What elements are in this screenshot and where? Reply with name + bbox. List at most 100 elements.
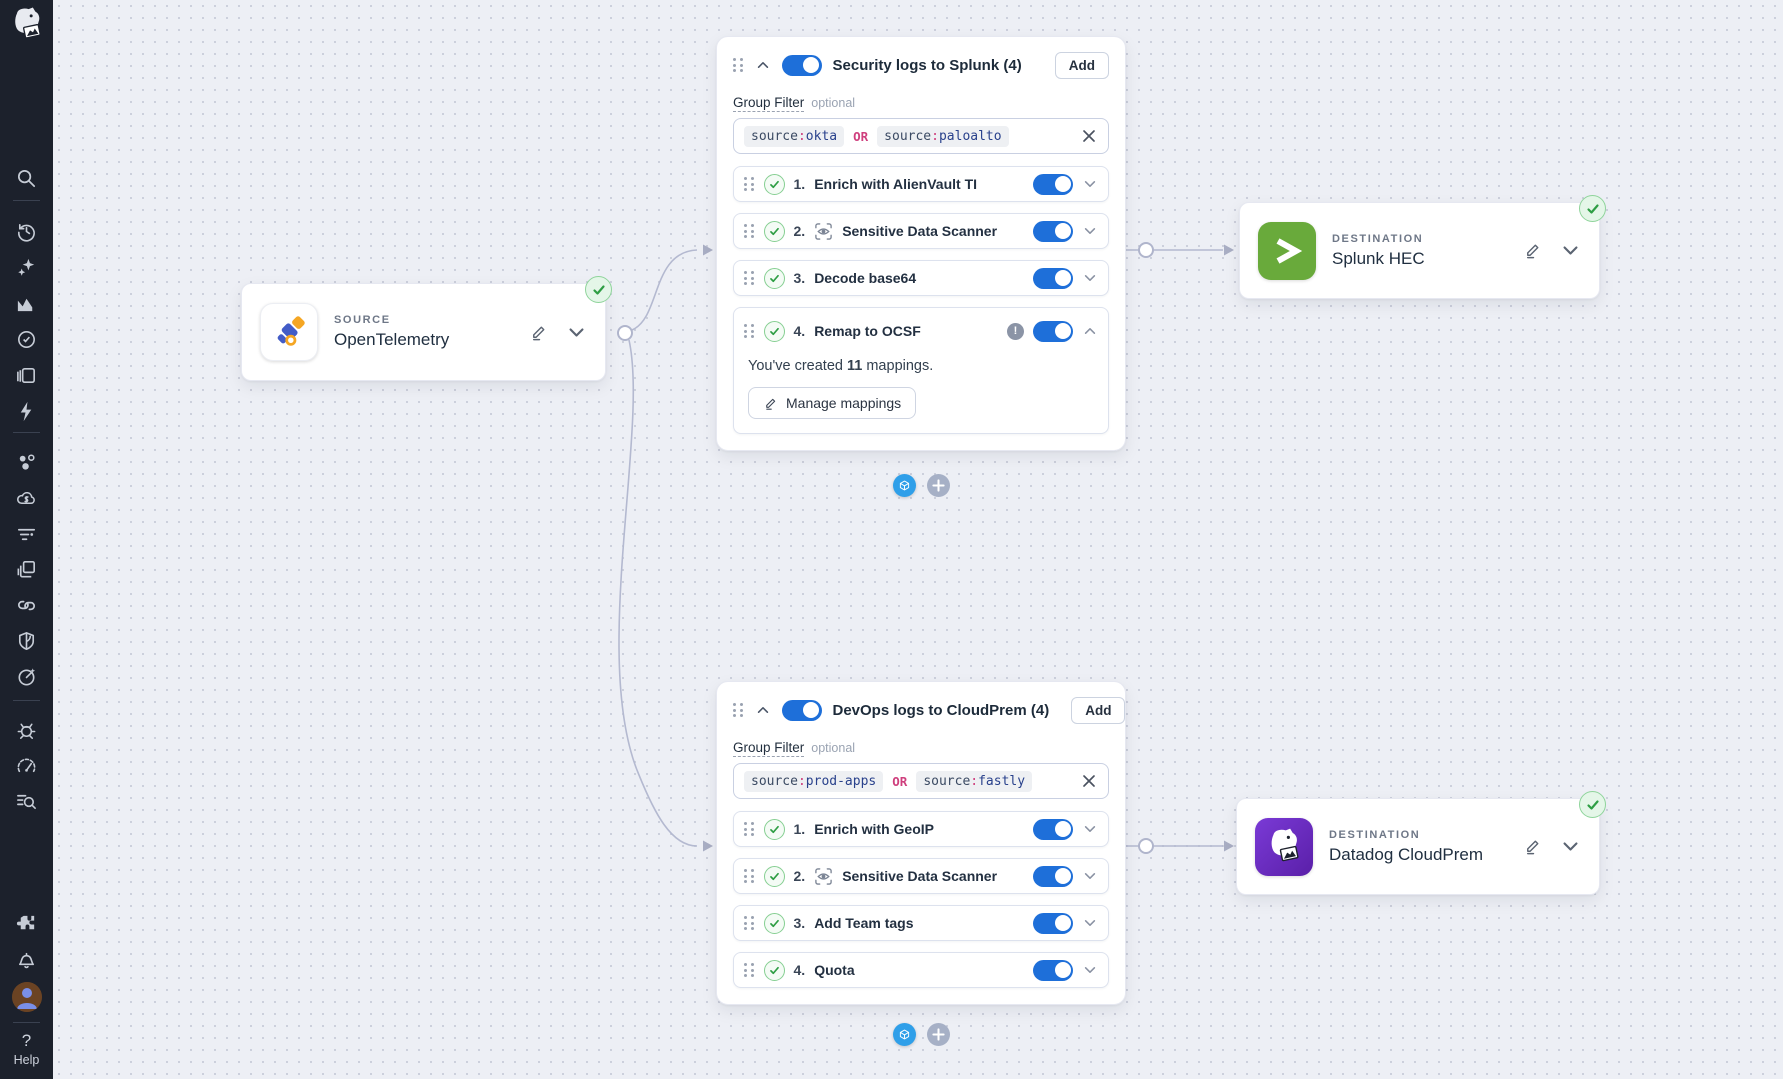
destination-type-label: DESTINATION — [1329, 828, 1421, 841]
processor-number: 2. — [793, 223, 806, 239]
edit-icon[interactable] — [1521, 240, 1543, 262]
chevron-down-icon[interactable] — [1082, 176, 1098, 192]
history-icon[interactable] — [14, 219, 39, 244]
area-chart-icon[interactable] — [14, 291, 39, 316]
destination-node-splunk-hec[interactable]: DESTINATION Splunk HEC — [1239, 195, 1606, 299]
chevron-down-icon[interactable] — [1559, 836, 1581, 858]
nav-divider — [13, 200, 40, 201]
add-processor-button[interactable]: Add — [1054, 51, 1109, 79]
drag-handle-icon[interactable] — [744, 963, 755, 977]
add-processor-button[interactable]: Add — [1071, 696, 1126, 724]
status-ok-badge — [1579, 195, 1606, 222]
windows-icon[interactable] — [14, 557, 39, 582]
processor-row-sensitive-data-scanner[interactable]: 2. Sensitive Data Scanner — [733, 213, 1109, 249]
collapse-chevron-up-icon[interactable] — [755, 57, 771, 73]
processor-toggle[interactable] — [1033, 173, 1073, 195]
drag-handle-icon[interactable] — [744, 869, 755, 883]
edit-icon[interactable] — [1521, 836, 1543, 858]
edit-icon[interactable] — [527, 321, 549, 343]
processor-row-decode-base64[interactable]: 3. Decode base64 — [733, 260, 1109, 296]
shield-icon[interactable] — [14, 629, 39, 654]
puzzle-icon[interactable] — [14, 911, 39, 936]
manage-mappings-button[interactable]: Manage mappings — [748, 387, 917, 419]
chevron-down-icon[interactable] — [1082, 962, 1098, 978]
bolt-icon[interactable] — [14, 399, 39, 424]
group-security-logs[interactable]: Security logs to Splunk (4) Add Group Fi… — [716, 36, 1126, 451]
status-ok-badge — [585, 276, 612, 303]
processor-row-enrich-geoip[interactable]: 1. Enrich with GeoIP — [733, 811, 1109, 847]
chevron-down-icon[interactable] — [1082, 223, 1098, 239]
cluster-icon[interactable] — [14, 450, 39, 475]
drag-handle-icon[interactable] — [733, 58, 744, 72]
clear-filter-icon[interactable] — [1080, 127, 1098, 145]
datadog-logo[interactable] — [7, 5, 47, 45]
processor-toggle[interactable] — [1033, 220, 1073, 242]
clear-filter-icon[interactable] — [1080, 772, 1098, 790]
link-icon[interactable] — [14, 593, 39, 618]
drag-handle-icon[interactable] — [744, 822, 755, 836]
processor-number: 1. — [793, 176, 806, 192]
add-group-plus-button[interactable] — [927, 1023, 950, 1046]
processor-number: 4. — [793, 323, 806, 339]
gauge-star-icon[interactable] — [14, 664, 39, 689]
pipeline-canvas[interactable]: SOURCE OpenTelemetry Security logs to Sp… — [53, 0, 1783, 1079]
group-filter-input[interactable]: source:okta OR source:paloalto — [733, 118, 1109, 154]
destination-type-label: DESTINATION — [1332, 232, 1424, 245]
chevron-down-icon[interactable] — [1082, 821, 1098, 837]
processor-toggle[interactable] — [1033, 959, 1073, 981]
drag-handle-icon[interactable] — [744, 916, 755, 930]
group-enabled-toggle[interactable] — [781, 54, 822, 76]
drag-handle-icon[interactable] — [744, 224, 755, 238]
drag-handle-icon[interactable] — [744, 324, 755, 338]
group-devops-logs[interactable]: DevOps logs to CloudPrem (4) Add Group F… — [716, 681, 1126, 1005]
filter-chip: source:prod-apps — [744, 770, 884, 792]
layers-icon[interactable] — [14, 363, 39, 388]
destination-node-datadog-cloudprem[interactable]: DESTINATION Datadog CloudPrem — [1236, 791, 1606, 895]
help-icon[interactable]: ? — [0, 1031, 53, 1051]
group-filter-input[interactable]: source:prod-apps OR source:fastly — [733, 763, 1109, 799]
avatar[interactable] — [12, 982, 42, 1012]
processor-toggle[interactable] — [1033, 912, 1073, 934]
chevron-up-icon[interactable] — [1082, 323, 1098, 339]
drag-handle-icon[interactable] — [733, 703, 744, 717]
processor-toggle[interactable] — [1033, 267, 1073, 289]
drag-handle-icon[interactable] — [744, 177, 755, 191]
cloud-cost-icon[interactable] — [14, 486, 39, 511]
group-filter-label: Group Filter — [733, 740, 805, 757]
search-icon[interactable] — [14, 166, 39, 191]
processor-row-sensitive-data-scanner[interactable]: 2. Sensitive Data Scanner — [733, 858, 1109, 894]
chevron-down-icon[interactable] — [1082, 270, 1098, 286]
group2-output-port — [1138, 838, 1154, 854]
processor-ok-icon — [763, 959, 785, 981]
processor-toggle[interactable] — [1033, 865, 1073, 887]
filter-lines-icon[interactable] — [14, 522, 39, 547]
add-processor-bubble-button[interactable] — [893, 474, 916, 497]
log-search-icon[interactable] — [14, 789, 39, 814]
add-processor-bubble-button[interactable] — [893, 1023, 916, 1046]
info-icon[interactable]: ! — [1007, 322, 1024, 340]
processor-toggle[interactable] — [1033, 818, 1073, 840]
splunk-icon — [1258, 221, 1316, 280]
speedometer-icon[interactable] — [14, 754, 39, 779]
source-node-opentelemetry[interactable]: SOURCE OpenTelemetry — [241, 276, 612, 381]
target-check-icon[interactable] — [14, 327, 39, 352]
chevron-down-icon[interactable] — [1082, 868, 1098, 884]
bug-icon[interactable] — [14, 718, 39, 743]
chevron-down-icon[interactable] — [565, 321, 587, 343]
drag-handle-icon[interactable] — [744, 271, 755, 285]
processor-row-add-team-tags[interactable]: 3. Add Team tags — [733, 905, 1109, 941]
group-filter-optional: optional — [811, 96, 856, 110]
processor-row-quota[interactable]: 4. Quota — [733, 952, 1109, 988]
sparkles-icon[interactable] — [14, 255, 39, 280]
processor-toggle[interactable] — [1033, 320, 1073, 342]
chevron-down-icon[interactable] — [1082, 915, 1098, 931]
add-group-plus-button[interactable] — [927, 474, 950, 497]
processor-row-enrich-alienvault[interactable]: 1. Enrich with AlienVault TI — [733, 166, 1109, 202]
collapse-chevron-up-icon[interactable] — [755, 702, 771, 718]
processor-row-remap-ocsf[interactable]: 4. Remap to OCSF ! You've created 11 map… — [733, 307, 1109, 434]
group-enabled-toggle[interactable] — [781, 699, 822, 721]
processor-ok-icon — [763, 267, 785, 289]
chevron-down-icon[interactable] — [1559, 240, 1581, 262]
bell-icon[interactable] — [14, 947, 39, 972]
help-label: Help — [13, 1053, 40, 1067]
